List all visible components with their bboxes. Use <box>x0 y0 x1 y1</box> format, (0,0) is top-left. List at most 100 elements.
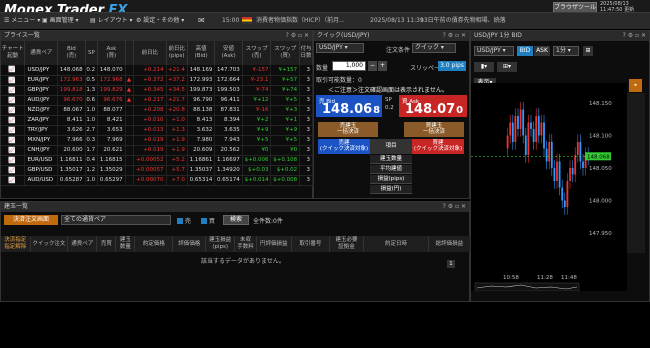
price-row[interactable]: 📈 MXN/JPY 7.966 0.3 7.969 +0.019 +1.9 7.980 7.94… <box>1 135 313 146</box>
candle-type-icon[interactable]: ▮▾ <box>474 62 494 72</box>
quantity-minus-button[interactable]: − <box>368 61 377 71</box>
sell-position-header: 売建 (クイック決済対象) <box>318 139 370 154</box>
bid-toggle[interactable]: BID <box>517 46 533 56</box>
price-cell-chg: +0.00070 <box>133 175 167 186</box>
price-column-header[interactable]: 前日比 <box>133 41 167 65</box>
price-column-header[interactable]: 付与 日数 <box>299 41 313 65</box>
chart-type-icon[interactable]: ⊞▾ <box>497 62 517 72</box>
chart-drawing-icon[interactable]: ⌖ <box>629 79 642 92</box>
page-number[interactable]: 1 <box>447 260 455 268</box>
sell-close-all-button[interactable]: 売建玉 一括決済 <box>318 122 378 137</box>
price-row[interactable]: 📈 EUR/USD 1.16811 0.4 1.16815 +0.00052 +5.2 1.1… <box>1 155 313 166</box>
price-column-header[interactable]: Bid (売) <box>57 41 86 65</box>
search-button[interactable]: 検索 <box>223 215 249 225</box>
pair-filter-select[interactable]: 全ての通貨ペア <box>61 215 171 225</box>
chart-launch-icon[interactable]: 📈 <box>1 175 26 186</box>
position-column-header[interactable]: クイック注文 <box>30 236 69 252</box>
price-row[interactable]: 📈 EUR/JPY 172.963 0.5 172.968 ▲ +0.372 +37.2 172… <box>1 75 313 86</box>
ask-toggle[interactable]: ASK <box>534 46 550 56</box>
sell-checkbox[interactable]: 売 <box>177 216 191 225</box>
price-cell-bid: 20.600 <box>57 145 86 156</box>
chart-launch-icon[interactable]: 📈 <box>1 145 26 156</box>
price-cell-chg: +0.00052 <box>133 155 167 166</box>
chart-launch-icon[interactable]: 📈 <box>1 165 26 176</box>
price-cell-ask: 172.968 <box>97 75 126 86</box>
chart-launch-icon[interactable]: 📈 <box>1 105 26 116</box>
price-row[interactable]: 📈 GBP/USD 1.35017 1.2 1.35029 +0.00057 +5.7 1.3… <box>1 165 313 176</box>
price-row[interactable]: 📈 AUD/JPY 96.670 0.6 96.676 ▲ +0.217 +21.7 96.79… <box>1 95 313 106</box>
position-column-header[interactable]: 未収 手数料 <box>234 236 257 252</box>
slippage-value[interactable]: 3.0 pips <box>438 61 466 71</box>
position-column-header[interactable]: 通貨ペア <box>67 236 98 252</box>
price-row[interactable]: 📈 CNH/JPY 20.600 1.7 20.621 +0.019 +1.9 20.609 2… <box>1 145 313 156</box>
position-column-header[interactable]: 評価価格 <box>172 236 207 252</box>
price-row[interactable]: 📈 TRY/JPY 3.626 2.7 3.653 +0.013 +1.3 3.632 3.63… <box>1 125 313 136</box>
panel-controls-icon[interactable]: ? ⚙ ▫ ✕ <box>623 31 646 41</box>
price-row[interactable]: 📈 NZD/JPY 88.067 1.0 88.077 +0.208 +20.8 88.138… <box>1 105 313 116</box>
price-cell-sws: $+0.03 <box>242 165 272 176</box>
buy-checkbox[interactable]: 買 <box>201 216 215 225</box>
price-row[interactable]: 📈 GBP/JPY 199.818 1.3 199.829 ▲ +0.345 +34.5 199… <box>1 85 313 96</box>
price-cell-pair: TRY/JPY <box>24 125 59 136</box>
buy-button[interactable]: 買 Ask 148.070 <box>399 95 467 117</box>
chart-pair-select[interactable]: USD/JPY ▾ <box>474 46 514 56</box>
price-cell-pair: USD/JPY <box>24 65 59 76</box>
news-ticker-2[interactable]: 13日午前の債券先物相場、続落 <box>420 15 506 27</box>
order-condition-select[interactable]: クイック ▾ <box>412 43 456 53</box>
chart-launch-icon[interactable]: 📈 <box>1 95 26 106</box>
position-column-header[interactable]: 建玉必要 証拠金 <box>329 236 365 252</box>
candlestick-chart[interactable]: 148.150 148.100 148.050 148.000 147.950 148.0… <box>471 83 627 291</box>
buy-close-all-button[interactable]: 買建玉 一括決済 <box>404 122 464 137</box>
position-column-header[interactable]: 決済指定 指定解除 <box>1 236 31 252</box>
quantity-plus-button[interactable]: + <box>378 61 387 71</box>
price-column-header[interactable] <box>125 41 135 65</box>
price-column-header[interactable]: 高値 (Bid) <box>187 41 216 65</box>
price-column-header[interactable]: スワップ (売) <box>242 41 272 65</box>
mail-icon[interactable]: ✉ <box>198 15 205 27</box>
chart-launch-icon[interactable]: 📈 <box>1 155 26 166</box>
position-column-header[interactable]: 約定日時 <box>363 236 429 252</box>
panel-controls-icon[interactable]: ? ⚙ ▫ ✕ <box>443 202 466 212</box>
chart-settings-icon[interactable]: ⊞ <box>583 46 593 56</box>
layout-button[interactable]: ▤ レイアウト ▾ <box>90 15 133 27</box>
position-column-header[interactable]: 建玉損益 (pips) <box>205 236 236 252</box>
menu-button[interactable]: ☰ メニュー ▾ <box>4 15 40 27</box>
screen-manage-button[interactable]: ▣ 画面管理 ▾ <box>42 15 79 27</box>
price-cell-arrow <box>125 65 135 76</box>
pair-select[interactable]: USD/JPY ▾ <box>316 43 364 53</box>
position-column-header[interactable]: 建玉 数量 <box>115 236 136 252</box>
price-row[interactable]: 📈 AUD/USD 0.65287 1.0 0.65297 +0.00070 +7.0 0.6… <box>1 175 313 186</box>
pl-pips-row: 損益(pips) <box>370 175 412 184</box>
price-column-header[interactable]: スワップ (買) <box>270 41 301 65</box>
price-column-header[interactable]: SP <box>85 41 99 65</box>
chart-launch-icon[interactable]: 📈 <box>1 135 26 146</box>
price-row[interactable]: 📈 USD/JPY 148.068 0.2 148.070 +0.214 +21.4 148.… <box>1 65 313 76</box>
position-column-header[interactable]: 取引番号 <box>291 236 330 252</box>
price-column-header[interactable]: チャート 起動 <box>1 41 26 65</box>
price-row[interactable]: 📈 ZAR/JPY 8.411 1.0 8.421 +0.010 +1.0 8.413 8.39… <box>1 115 313 126</box>
position-column-header[interactable]: 売買 <box>96 236 117 252</box>
quantity-input[interactable]: 1,000 <box>332 61 366 71</box>
sell-button[interactable]: 売 Bid 148.068 <box>316 95 382 117</box>
settlement-order-button[interactable]: 決済注文画面 <box>4 215 58 225</box>
position-column-header[interactable]: 約定価格 <box>134 236 174 252</box>
price-column-header[interactable]: Ask (買) <box>97 41 126 65</box>
chart-launch-icon[interactable]: 📈 <box>1 115 26 126</box>
chart-launch-icon[interactable]: 📈 <box>1 125 26 136</box>
price-column-header[interactable]: 安値 (Ask) <box>214 41 243 65</box>
chart-launch-icon[interactable]: 📈 <box>1 65 26 76</box>
panel-controls-icon[interactable]: ? ⚙ ▫ ✕ <box>286 31 309 41</box>
news-ticker[interactable]: 消費者物価指数（HICP）（前月... <box>256 15 345 27</box>
price-column-header[interactable]: 通貨ペア <box>24 41 59 65</box>
settings-button[interactable]: ⚙ 設定・その他 ▾ <box>136 15 184 27</box>
price-cell-pips: +5.2 <box>166 155 188 166</box>
price-cell-bid: 1.16811 <box>57 155 86 166</box>
pl-yen-row: 損益(円) <box>370 185 412 194</box>
panel-controls-icon[interactable]: ? ⚙ ▫ ✕ <box>443 31 466 41</box>
price-column-header[interactable]: 前日比 (pips) <box>166 41 188 65</box>
chart-launch-icon[interactable]: 📈 <box>1 75 26 86</box>
position-column-header[interactable]: 円評価損益 <box>256 236 292 252</box>
chart-launch-icon[interactable]: 📈 <box>1 85 26 96</box>
interval-select[interactable]: 1分 ▾ <box>553 46 579 56</box>
position-column-header[interactable]: 総評価損益 <box>428 236 472 252</box>
